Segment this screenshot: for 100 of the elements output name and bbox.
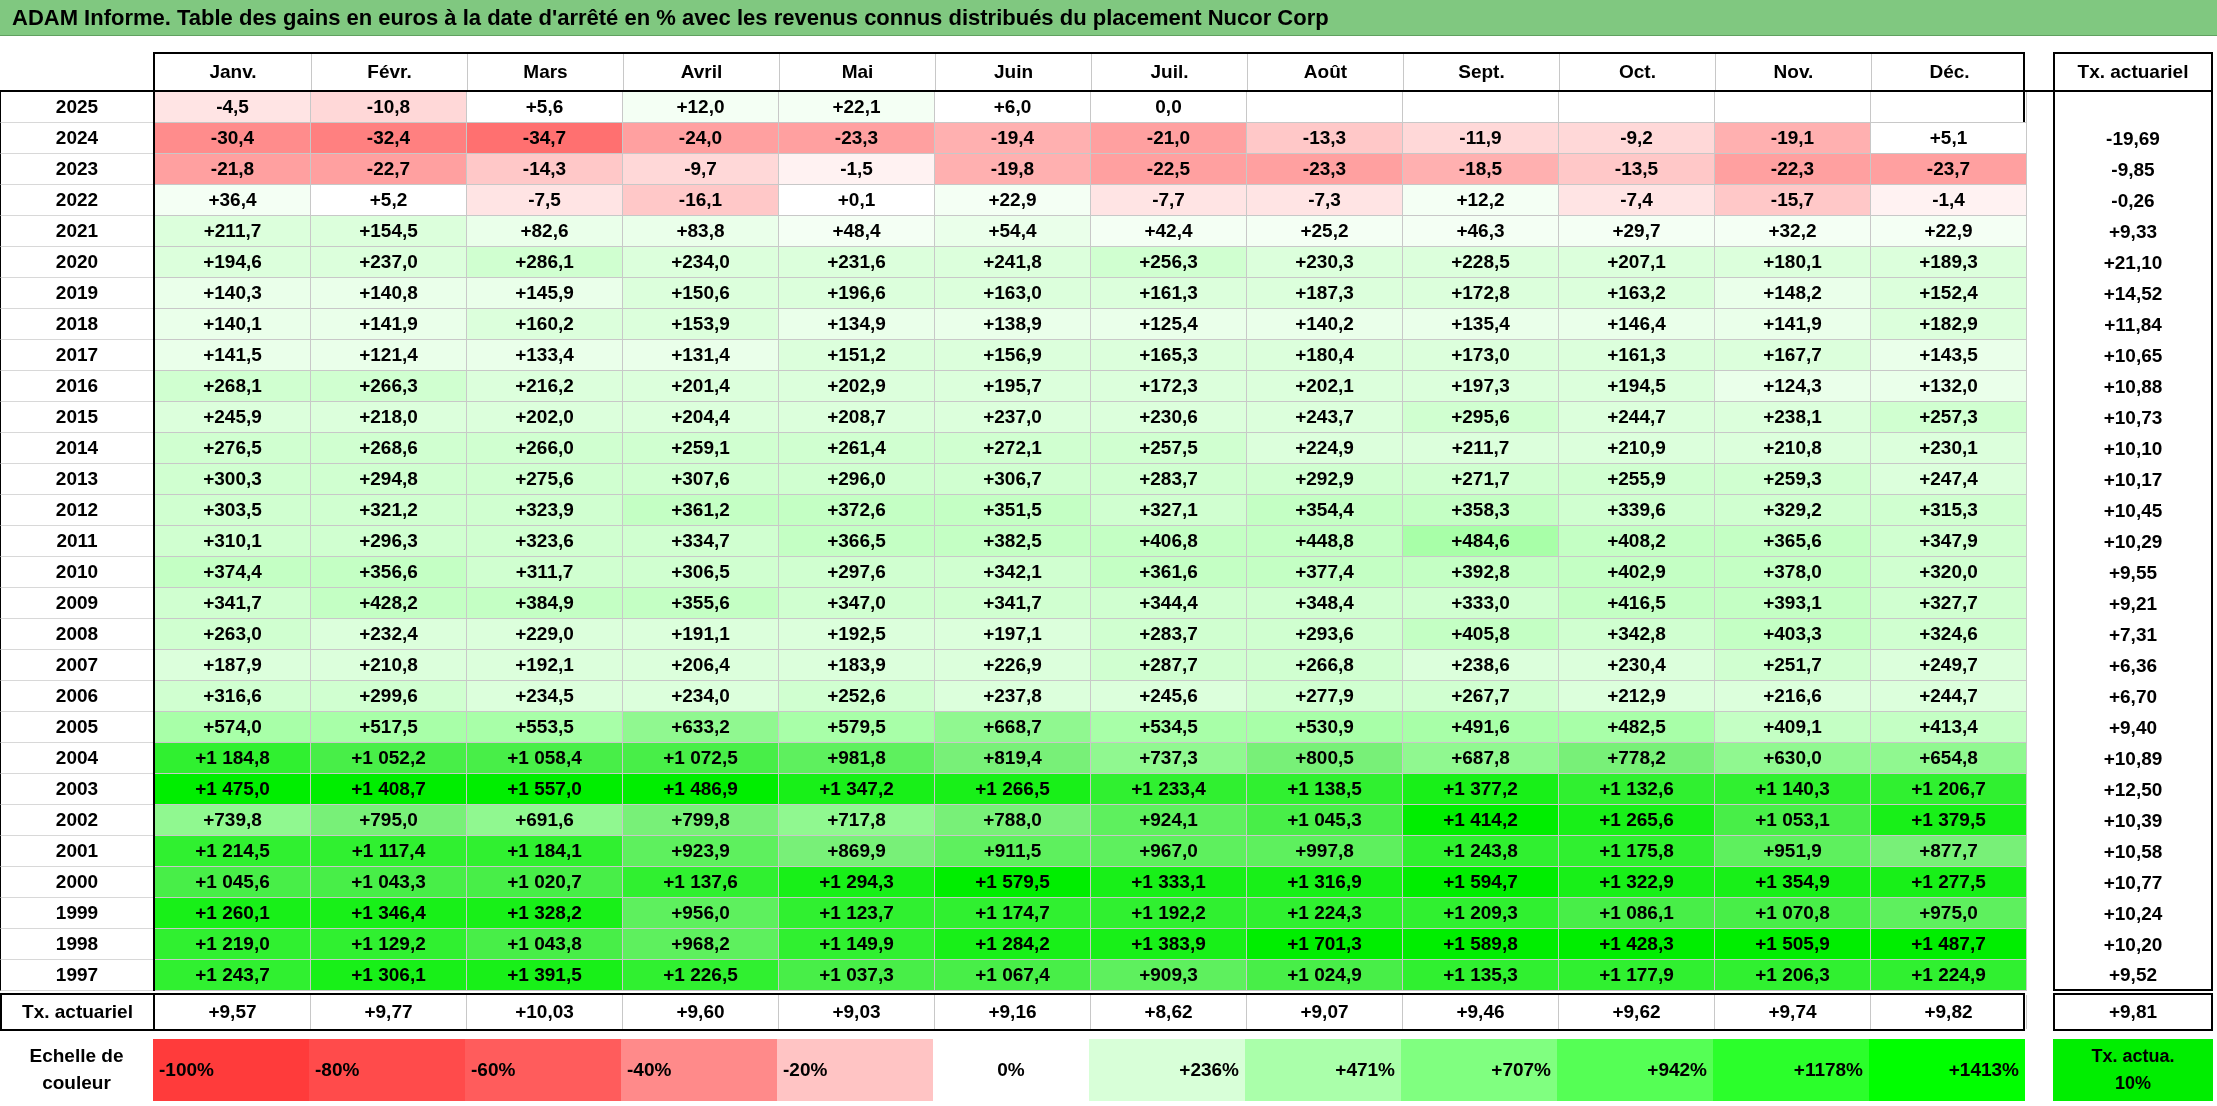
row-header: 2015	[0, 402, 153, 433]
table-cell: +717,8	[779, 805, 935, 836]
table-cell: +339,6	[1559, 495, 1715, 526]
table-cell: +82,6	[467, 216, 623, 247]
table-cell: +146,4	[1559, 309, 1715, 340]
rate-cell: +10,10	[2053, 433, 2213, 464]
table-cell: -10,8	[311, 92, 467, 123]
table-cell: +403,3	[1715, 619, 1871, 650]
table-cell: +1 209,3	[1403, 898, 1559, 929]
table-cell: +1 333,1	[1091, 867, 1247, 898]
table-cell: +348,4	[1247, 588, 1403, 619]
table-cell: +799,8	[623, 805, 779, 836]
table-cell: +283,7	[1091, 619, 1247, 650]
table-cell: +374,4	[155, 557, 311, 588]
rate-cell: +10,17	[2053, 464, 2213, 495]
table-cell: +22,1	[779, 92, 935, 123]
table-cell: +210,8	[1715, 433, 1871, 464]
table-cell: -7,3	[1247, 185, 1403, 216]
table-cell: +1 579,5	[935, 867, 1091, 898]
table-cell: +283,7	[1091, 464, 1247, 495]
table-cell: +151,2	[779, 340, 935, 371]
table-cell: +1 347,2	[779, 774, 935, 805]
table-cell: +1 129,2	[311, 929, 467, 960]
table-cell: -23,3	[779, 123, 935, 154]
table-cell: +484,6	[1403, 526, 1559, 557]
table-cell: +234,0	[623, 247, 779, 278]
legend-swatch: +471%	[1245, 1039, 1401, 1101]
table-cell: +141,5	[155, 340, 311, 371]
table-cell: +5,2	[311, 185, 467, 216]
rate-cell: -0,26	[2053, 185, 2213, 216]
rate-cell: +10,39	[2053, 805, 2213, 836]
table-cell: +691,6	[467, 805, 623, 836]
table-cell: +135,4	[1403, 309, 1559, 340]
table-cell: +152,4	[1871, 278, 2027, 309]
table-cell: +204,4	[623, 402, 779, 433]
table-cell: +1 045,3	[1247, 805, 1403, 836]
table-cell: +9,57	[155, 995, 311, 1029]
table-cell: +150,6	[623, 278, 779, 309]
table-cell: +428,2	[311, 588, 467, 619]
table-cell: +341,7	[935, 588, 1091, 619]
table-cell: +140,3	[155, 278, 311, 309]
table-cell: +1 086,1	[1559, 898, 1715, 929]
table-cell: +366,5	[779, 526, 935, 557]
table-cell: +630,0	[1715, 743, 1871, 774]
table-cell: +1 045,6	[155, 867, 311, 898]
table-cell: +241,8	[935, 247, 1091, 278]
table-cell: +230,4	[1559, 650, 1715, 681]
table-cell: +9,82	[1871, 995, 2027, 1029]
table-cell: +189,3	[1871, 247, 2027, 278]
table-cell: +687,8	[1403, 743, 1559, 774]
rate-cell: +6,70	[2053, 681, 2213, 712]
column-header: Juil.	[1091, 54, 1247, 90]
table-cell: +141,9	[311, 309, 467, 340]
table-cell: +266,8	[1247, 650, 1403, 681]
table-cell: +1 243,8	[1403, 836, 1559, 867]
table-cell: +633,2	[623, 712, 779, 743]
row-header: 2023	[0, 154, 153, 185]
table-cell: +819,4	[935, 743, 1091, 774]
column-header: Tx. actuariel	[2053, 52, 2213, 90]
rate-cell: +9,21	[2053, 588, 2213, 619]
table-cell: +12,0	[623, 92, 779, 123]
legend-swatch: +707%	[1401, 1039, 1557, 1101]
table-cell: +409,1	[1715, 712, 1871, 743]
table-cell: +1 224,9	[1871, 960, 2027, 991]
legend-swatch: -80%	[309, 1039, 465, 1101]
table-cell: +668,7	[935, 712, 1091, 743]
table-cell: +1 354,9	[1715, 867, 1871, 898]
table-cell: +356,6	[311, 557, 467, 588]
column-header: Sept.	[1403, 54, 1559, 90]
legend-swatch: +236%	[1089, 1039, 1245, 1101]
table-cell: +234,0	[623, 681, 779, 712]
table-cell: +252,6	[779, 681, 935, 712]
table-cell: +22,9	[935, 185, 1091, 216]
row-header: 1999	[0, 898, 153, 929]
table-cell: +237,0	[935, 402, 1091, 433]
legend-swatch: -100%	[153, 1039, 309, 1101]
row-header: 1997	[0, 960, 153, 991]
table-cell: +303,5	[155, 495, 311, 526]
table-cell: +9,60	[623, 995, 779, 1029]
table-cell: +9,77	[311, 995, 467, 1029]
table-cell: +207,1	[1559, 247, 1715, 278]
table-cell: +1 328,2	[467, 898, 623, 929]
table-cell: +286,1	[467, 247, 623, 278]
legend-swatch: -20%	[777, 1039, 933, 1101]
table-cell: +1 140,3	[1715, 774, 1871, 805]
table-cell: +324,6	[1871, 619, 2027, 650]
table-cell: +1 284,2	[935, 929, 1091, 960]
row-header: 2022	[0, 185, 153, 216]
table-cell: +25,2	[1247, 216, 1403, 247]
table-cell: +1 219,0	[155, 929, 311, 960]
table-cell: +351,5	[935, 495, 1091, 526]
table-cell: +1 192,2	[1091, 898, 1247, 929]
table-cell: +9,03	[779, 995, 935, 1029]
table-cell: +266,0	[467, 433, 623, 464]
row-header: 2013	[0, 464, 153, 495]
table-cell: +310,1	[155, 526, 311, 557]
table-cell: -18,5	[1403, 154, 1559, 185]
table-cell: +121,4	[311, 340, 467, 371]
table-cell: +156,9	[935, 340, 1091, 371]
table-cell: +491,6	[1403, 712, 1559, 743]
